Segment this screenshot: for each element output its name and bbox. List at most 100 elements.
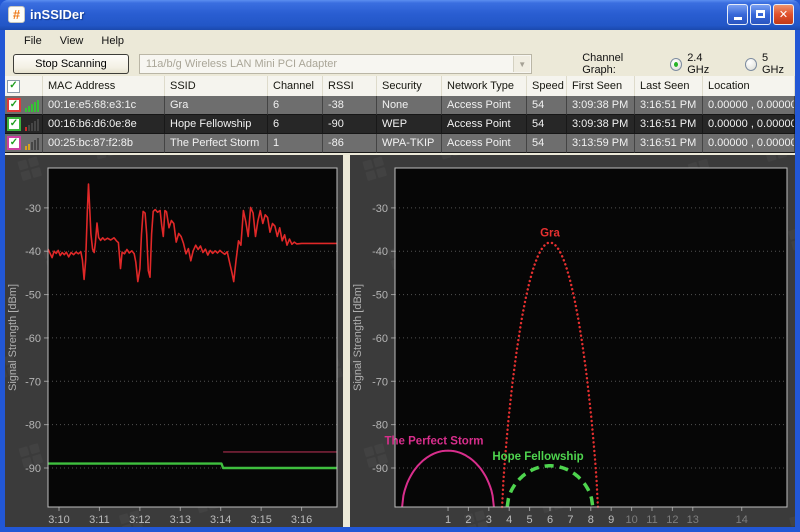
table-row[interactable]: ✓ 00:25:bc:87:f2:8bThe Perfect Storm1-86W… xyxy=(5,134,795,153)
svg-text:4: 4 xyxy=(506,514,512,526)
menu-file[interactable]: File xyxy=(15,32,51,50)
maximize-button[interactable] xyxy=(750,4,771,25)
ssid-cell: The Perfect Storm xyxy=(165,134,268,153)
stop-scanning-button[interactable]: Stop Scanning xyxy=(13,54,129,74)
security-cell: WPA-TKIP xyxy=(377,134,442,153)
col-header-rssi[interactable]: RSSI xyxy=(323,76,377,96)
rssi-cell: -38 xyxy=(323,96,377,115)
time-graph: -30-40-50-60-70-80-903:103:113:123:133:1… xyxy=(5,155,343,527)
last-seen-cell: 3:16:51 PM xyxy=(635,134,703,153)
svg-text:3:10: 3:10 xyxy=(48,514,69,526)
select-all-checkbox[interactable]: ✓ xyxy=(7,80,20,93)
svg-text:-60: -60 xyxy=(372,333,388,345)
svg-text:-50: -50 xyxy=(25,290,41,302)
window-title: inSSIDer xyxy=(30,7,727,22)
first-seen-cell: 3:09:38 PM xyxy=(567,115,635,134)
security-cell: None xyxy=(377,96,442,115)
col-header-mac[interactable]: MAC Address xyxy=(43,76,165,96)
radio-2-4ghz[interactable]: 2.4 GHz xyxy=(670,52,725,76)
ssid-cell: Hope Fellowship xyxy=(165,115,268,134)
table-header: ✓ MAC Address SSID Channel RSSI Security… xyxy=(5,76,795,96)
svg-text:-80: -80 xyxy=(372,420,388,432)
charts-area: -30-40-50-60-70-80-903:103:113:123:133:1… xyxy=(5,155,795,527)
svg-text:10: 10 xyxy=(625,514,637,526)
svg-text:-90: -90 xyxy=(25,463,41,475)
svg-text:-60: -60 xyxy=(25,333,41,345)
mac-cell: 00:25:bc:87:f2:8b xyxy=(43,134,165,153)
svg-text:1: 1 xyxy=(445,514,451,526)
svg-text:Signal Strength [dBm]: Signal Strength [dBm] xyxy=(352,284,364,391)
close-icon: ✕ xyxy=(779,8,788,21)
maximize-icon xyxy=(756,10,765,18)
speed-cell: 54 xyxy=(527,134,567,153)
curve-label-the-perfect-storm: The Perfect Storm xyxy=(384,436,483,448)
svg-text:2: 2 xyxy=(465,514,471,526)
mac-cell: 00:16:b6:d6:0e:8e xyxy=(43,115,165,134)
app-icon: # xyxy=(8,6,25,23)
radio-5ghz-label: 5 GHz xyxy=(762,52,791,76)
svg-text:14: 14 xyxy=(736,514,748,526)
first-seen-cell: 3:09:38 PM xyxy=(567,96,635,115)
radio-icon xyxy=(745,58,757,71)
svg-text:-70: -70 xyxy=(25,376,41,388)
menu-help[interactable]: Help xyxy=(92,32,133,50)
svg-text:-40: -40 xyxy=(372,246,388,258)
svg-text:3:16: 3:16 xyxy=(291,514,312,526)
svg-text:3:15: 3:15 xyxy=(250,514,271,526)
svg-text:-30: -30 xyxy=(25,203,41,215)
svg-text:Signal Strength [dBm]: Signal Strength [dBm] xyxy=(7,284,19,391)
adapter-select-value: 11a/b/g Wireless LAN Mini PCI Adapter xyxy=(146,58,337,70)
col-header-last-seen[interactable]: Last Seen xyxy=(635,76,703,96)
svg-text:-30: -30 xyxy=(372,203,388,215)
rssi-cell: -86 xyxy=(323,134,377,153)
svg-text:12: 12 xyxy=(666,514,678,526)
location-cell: 0.00000 , 0.00000 xyxy=(703,115,795,134)
svg-text:5: 5 xyxy=(527,514,533,526)
window-content: File View Help Stop Scanning 11a/b/g Wir… xyxy=(5,30,795,527)
col-header-first-seen[interactable]: First Seen xyxy=(567,76,635,96)
svg-text:3: 3 xyxy=(486,514,492,526)
ssid-cell: Gra xyxy=(165,96,268,115)
svg-text:-90: -90 xyxy=(372,463,388,475)
radio-icon xyxy=(670,58,682,71)
col-header-security[interactable]: Security xyxy=(377,76,442,96)
location-cell: 0.00000 , 0.00000 xyxy=(703,134,795,153)
radio-2-4ghz-label: 2.4 GHz xyxy=(687,52,725,76)
svg-text:13: 13 xyxy=(687,514,699,526)
svg-text:3:13: 3:13 xyxy=(170,514,191,526)
menu-view[interactable]: View xyxy=(51,32,93,50)
network-type-cell: Access Point xyxy=(442,134,527,153)
table-row[interactable]: ✓00:16:b6:d6:0e:8eHope Fellowship6-90WEP… xyxy=(5,115,795,134)
row-checkbox[interactable]: ✓ xyxy=(7,98,21,112)
close-button[interactable]: ✕ xyxy=(773,4,794,25)
band-radio-group: 2.4 GHz 5 GHz xyxy=(670,52,791,76)
channel-cell: 1 xyxy=(268,134,323,153)
last-seen-cell: 3:16:51 PM xyxy=(635,115,703,134)
speed-cell: 54 xyxy=(527,96,567,115)
network-type-cell: Access Point xyxy=(442,96,527,115)
rssi-cell: -90 xyxy=(323,115,377,134)
speed-cell: 54 xyxy=(527,115,567,134)
svg-text:11: 11 xyxy=(646,514,657,526)
minimize-icon xyxy=(734,17,742,20)
minimize-button[interactable] xyxy=(727,4,748,25)
svg-text:7: 7 xyxy=(567,514,573,526)
col-header-ssid[interactable]: SSID xyxy=(165,76,268,96)
svg-text:-70: -70 xyxy=(372,376,388,388)
table-row[interactable]: ✓00:1e:e5:68:e3:1cGra6-38NoneAccess Poin… xyxy=(5,96,795,115)
signal-strength-icon xyxy=(25,137,39,150)
adapter-select[interactable]: 11a/b/g Wireless LAN Mini PCI Adapter ▼ xyxy=(139,54,532,74)
row-checkbox[interactable]: ✓ xyxy=(7,117,21,131)
col-header-speed[interactable]: Speed xyxy=(527,76,567,96)
location-cell: 0.00000 , 0.00000 xyxy=(703,96,795,115)
row-checkbox[interactable]: ✓ xyxy=(7,136,21,150)
svg-text:3:14: 3:14 xyxy=(210,514,231,526)
col-header-channel[interactable]: Channel xyxy=(268,76,323,96)
svg-text:8: 8 xyxy=(588,514,594,526)
col-header-location[interactable]: Location xyxy=(703,76,795,96)
title-bar: # inSSIDer ✕ xyxy=(0,0,800,30)
col-header-network-type[interactable]: Network Type xyxy=(442,76,527,96)
app-window: # inSSIDer ✕ File View Help Stop Scannin… xyxy=(0,0,800,532)
svg-text:-50: -50 xyxy=(372,290,388,302)
radio-5ghz[interactable]: 5 GHz xyxy=(745,52,791,76)
